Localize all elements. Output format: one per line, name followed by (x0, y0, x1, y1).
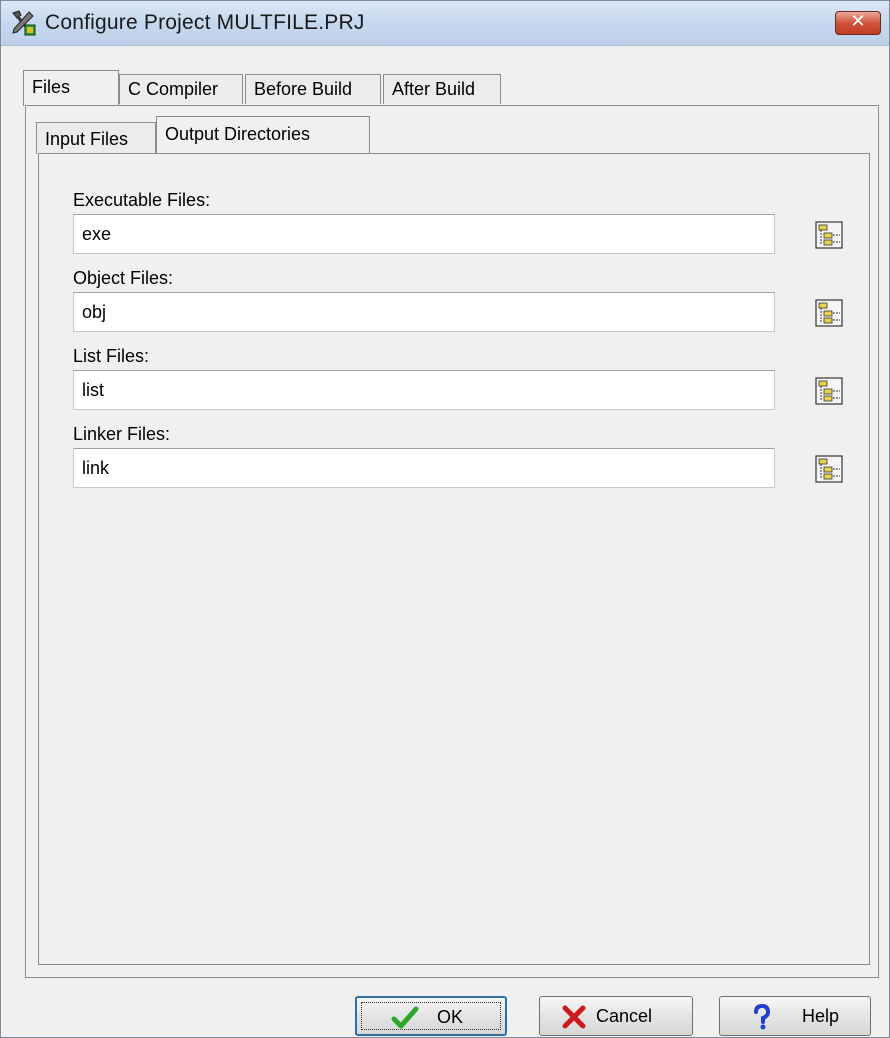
cancel-button[interactable]: Cancel (539, 996, 693, 1036)
object-files-label: Object Files: (73, 268, 174, 288)
dialog-body: Files C Compiler Before Build After Buil… (11, 46, 879, 1036)
folder-tree-icon[interactable] (815, 299, 843, 327)
folder-tree-icon[interactable] (815, 455, 843, 483)
tab-c-compiler[interactable]: C Compiler (119, 74, 243, 104)
window-title: Configure Project MULTFILE.PRJ (45, 11, 365, 34)
close-icon: ✕ (850, 11, 866, 32)
object-files-field[interactable] (73, 292, 775, 332)
output-directories-panel: Executable Files: Object Files: (38, 153, 870, 965)
cancel-label: Cancel (596, 1006, 653, 1026)
linker-files-label: Linker Files: (73, 424, 171, 444)
executable-files-label: Executable Files: (73, 190, 211, 210)
tab-label: C Compiler (128, 79, 219, 99)
tab-label: Input Files (45, 129, 129, 149)
tab-after-build[interactable]: After Build (383, 74, 501, 104)
tab-before-build[interactable]: Before Build (245, 74, 381, 104)
tab-input-files[interactable]: Input Files (36, 122, 156, 154)
executable-files-input[interactable] (74, 215, 772, 253)
help-label: Help (802, 1006, 840, 1026)
folder-tree-icon[interactable] (815, 377, 843, 405)
tab-files[interactable]: Files (23, 70, 119, 106)
tools-icon (12, 10, 36, 36)
dialog-window: Configure Project MULTFILE.PRJ ✕ Files C… (0, 0, 890, 1038)
tab-output-directories[interactable]: Output Directories (156, 116, 370, 154)
ok-button[interactable]: OK (355, 996, 507, 1036)
tab-label: After Build (392, 79, 476, 99)
list-files-field[interactable] (73, 370, 775, 410)
help-button[interactable]: Help (719, 996, 871, 1036)
tab-label: Output Directories (165, 124, 311, 144)
title-bar[interactable]: Configure Project MULTFILE.PRJ ✕ (1, 1, 889, 46)
question-icon (754, 1003, 771, 1030)
executable-files-field[interactable] (73, 214, 775, 254)
object-files-input[interactable] (74, 293, 772, 331)
list-files-input[interactable] (74, 371, 772, 409)
folder-tree-icon[interactable] (815, 221, 843, 249)
tab-label: Files (32, 77, 71, 97)
x-icon (562, 1005, 586, 1029)
ok-label: OK (437, 1007, 464, 1027)
linker-files-input[interactable] (74, 449, 772, 487)
tab-label: Before Build (254, 79, 353, 99)
focus-rect (361, 1002, 501, 1030)
files-tab-panel: Input Files Output Directories Executabl… (25, 105, 879, 978)
checkmark-icon (391, 1006, 419, 1029)
linker-files-field[interactable] (73, 448, 775, 488)
list-files-label: List Files: (73, 346, 150, 366)
close-button[interactable]: ✕ (835, 11, 881, 35)
